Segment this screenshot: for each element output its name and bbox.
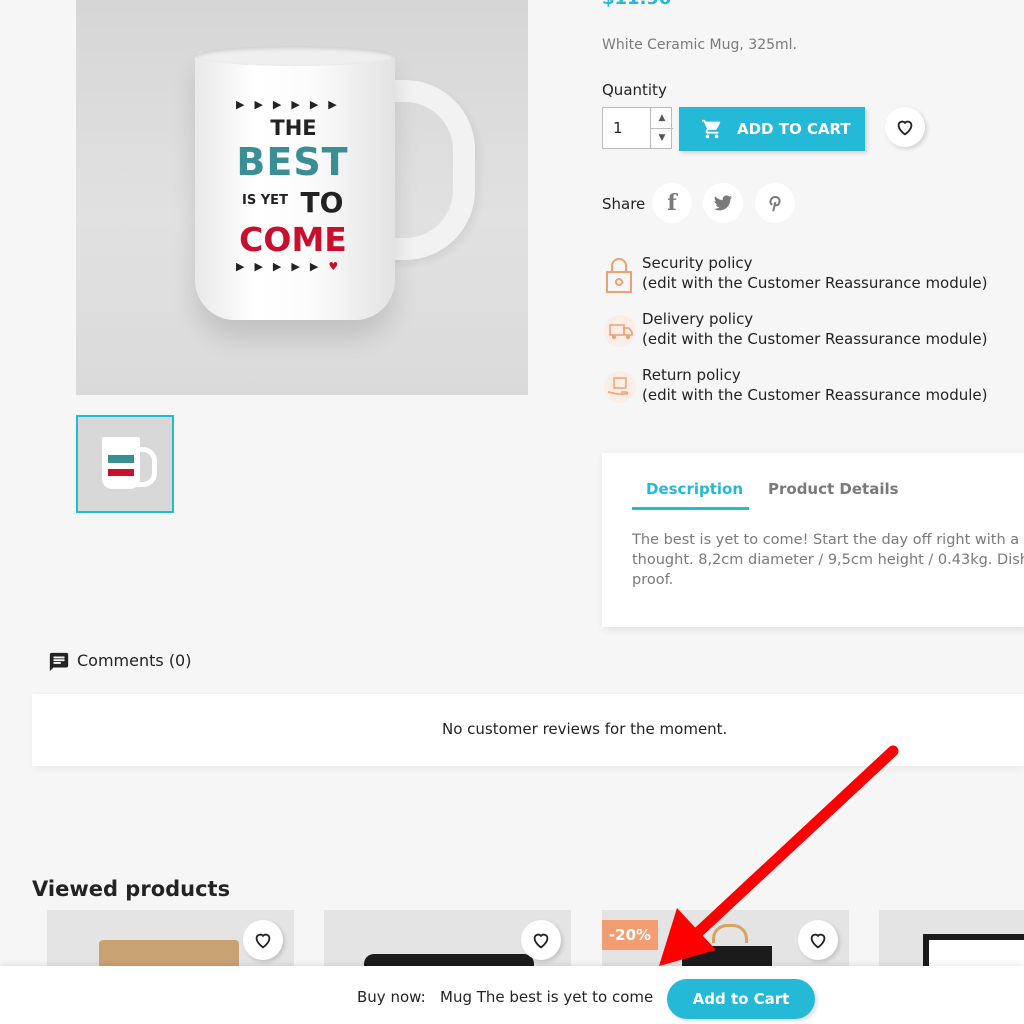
- heart-icon: [533, 933, 549, 949]
- reassurance-security: Security policy (edit with the Customer R…: [642, 254, 988, 292]
- tab-product-details[interactable]: Product Details: [768, 480, 899, 498]
- heart-icon: [810, 933, 826, 949]
- product-short-description: White Ceramic Mug, 325ml.: [602, 37, 797, 53]
- product-price: $11.90: [602, 0, 671, 9]
- cart-icon: [701, 119, 721, 139]
- mug-rim: [195, 46, 395, 66]
- mug-print-line2: BEST: [236, 140, 349, 184]
- quantity-stepper[interactable]: 1 ▲ ▼: [602, 107, 673, 149]
- quantity-decrement-icon[interactable]: ▼: [650, 128, 673, 148]
- comment-icon: [49, 652, 69, 672]
- viewed-products-title: Viewed products: [32, 877, 231, 901]
- buy-now-label: Buy now:: [357, 988, 426, 1006]
- add-to-cart-button[interactable]: ADD TO CART: [679, 107, 865, 151]
- wishlist-button[interactable]: [885, 107, 925, 147]
- mug-print-line4: COME: [239, 220, 347, 259]
- mug-print-line1: THE: [270, 116, 317, 140]
- quantity-input[interactable]: 1: [613, 119, 623, 137]
- heart-icon: [897, 120, 913, 136]
- wishlist-button[interactable]: [798, 920, 838, 960]
- viewed-product-card[interactable]: [879, 910, 1024, 970]
- product-thumbnail[interactable]: [76, 415, 174, 513]
- add-to-cart-label: ADD TO CART: [737, 120, 851, 138]
- facebook-icon[interactable]: f: [652, 183, 692, 223]
- no-reviews-message: No customer reviews for the moment.: [442, 720, 728, 738]
- wishlist-button[interactable]: [243, 920, 283, 960]
- return-package-icon: [604, 371, 636, 403]
- reassurance-return: Return policy (edit with the Customer Rea…: [642, 366, 988, 404]
- mug-print-arrows-top: ▶▶▶▶▶▶: [236, 98, 347, 111]
- mug-print-line3a: IS YET: [242, 193, 288, 208]
- product-description: The best is yet to come! Start the day o…: [632, 532, 1024, 588]
- heart-icon: [255, 933, 271, 949]
- buy-now-product-name: Mug The best is yet to come: [440, 988, 654, 1006]
- comments-title: Comments (0): [77, 651, 192, 670]
- mug-print-arrows-bottom: ▶▶▶▶▶♥: [236, 260, 349, 273]
- wishlist-button[interactable]: [521, 920, 561, 960]
- tab-description[interactable]: Description: [646, 480, 743, 498]
- quantity-label: Quantity: [602, 81, 667, 99]
- tab-active-underline: [632, 507, 749, 510]
- discount-badge: -20%: [602, 920, 658, 950]
- twitter-icon[interactable]: [703, 183, 743, 223]
- pinterest-icon[interactable]: [755, 183, 795, 223]
- mug-print-line3b: TO: [300, 186, 344, 219]
- delivery-truck-icon: [604, 315, 636, 347]
- lock-icon: [606, 258, 632, 293]
- reassurance-delivery: Delivery policy (edit with the Customer R…: [642, 310, 988, 348]
- sticky-add-to-cart-button[interactable]: Add to Cart: [667, 979, 815, 1019]
- quantity-increment-icon[interactable]: ▲: [650, 108, 673, 129]
- share-label: Share: [602, 195, 646, 213]
